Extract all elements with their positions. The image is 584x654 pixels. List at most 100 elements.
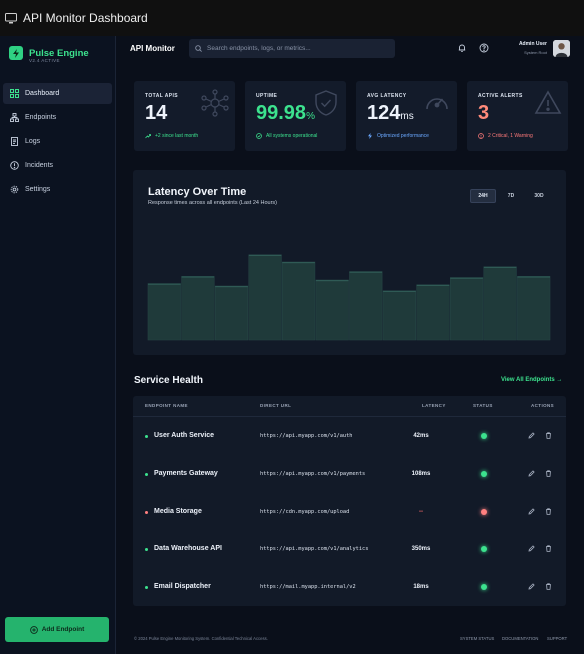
chart-bar (517, 276, 551, 341)
chart-bar-top (483, 266, 517, 268)
bell-icon[interactable] (457, 43, 467, 53)
footer-copyright: © 2024 Pulse Engine Monitoring System. C… (134, 636, 268, 641)
stat-footer: +2 since last month (145, 133, 198, 139)
trash-icon[interactable] (545, 470, 552, 477)
chart-bar (214, 285, 249, 341)
stat-number: 99.98 (256, 102, 307, 124)
stat-number: 124 (367, 102, 401, 124)
table-row[interactable]: Payments Gateway https://api.myapp.com/v… (133, 455, 566, 493)
help-icon[interactable] (479, 43, 489, 53)
edit-icon[interactable] (528, 508, 535, 515)
gauge-icon (426, 98, 448, 110)
trash-icon[interactable] (545, 508, 552, 515)
stat-card-uptime: UPTIME 99.98% All systems operational (245, 81, 346, 151)
sidebar-item-label: Logs (25, 138, 41, 145)
document-icon (10, 137, 19, 146)
bolt-icon (367, 133, 373, 139)
chart-bar-top (517, 276, 550, 278)
status-dot (481, 433, 487, 439)
endpoint-latency: -- (419, 509, 423, 515)
edit-icon[interactable] (528, 432, 535, 439)
trash-icon[interactable] (545, 583, 552, 590)
endpoint-url: https://api.myapp.com/v1/analytics (260, 546, 369, 552)
range-24h-button[interactable]: 24H (470, 189, 496, 203)
stat-unit: ms (400, 111, 414, 122)
add-endpoint-label: Add Endpoint (41, 626, 85, 633)
chart-bar-top (315, 280, 349, 282)
stat-footer-text: 2 Critical, 1 Warning (488, 133, 533, 139)
range-30d-button[interactable]: 30D (529, 189, 549, 203)
table-row[interactable]: User Auth Service https://api.myapp.com/… (133, 417, 566, 455)
sidebar-item-endpoints[interactable]: Endpoints (3, 107, 112, 128)
sidebar-item-logs[interactable]: Logs (3, 131, 112, 152)
table-row[interactable]: Data Warehouse API https://api.myapp.com… (133, 530, 566, 568)
footer-link-system-status[interactable]: SYSTEM STATUS (460, 636, 494, 641)
column-header: ENDPOINT NAME (145, 403, 188, 408)
warning-icon (534, 90, 562, 114)
stat-footer-text: All systems operational (266, 133, 318, 139)
chart-bar-top (416, 284, 450, 286)
stat-card-total-apis: TOTAL APIS 14 +2 since last month (134, 81, 235, 151)
sidebar-item-label: Dashboard (25, 90, 60, 97)
sidebar-item-label: Endpoints (25, 114, 57, 121)
chart-bar-top (282, 262, 315, 264)
row-indicator (145, 511, 148, 514)
stat-value: 14 (145, 102, 167, 125)
stat-label: ACTIVE ALERTS (478, 93, 523, 99)
trash-icon[interactable] (545, 432, 552, 439)
stat-unit: % (306, 111, 315, 122)
sidebar-item-dashboard[interactable]: Dashboard (3, 83, 112, 104)
brand-version: V2.4 ACTIVE (29, 58, 60, 63)
grid-icon (10, 89, 19, 98)
sidebar-item-settings[interactable]: Settings (3, 179, 112, 200)
row-indicator (145, 435, 148, 438)
trash-icon[interactable] (545, 545, 552, 552)
alert-circle-icon (10, 161, 19, 170)
check-circle-icon (256, 133, 262, 139)
stat-value: 3 (478, 102, 489, 125)
avatar[interactable] (553, 40, 570, 57)
column-header: ACTIONS (531, 403, 555, 408)
latency-panel: Latency Over Time Response times across … (133, 170, 566, 355)
stat-number: 14 (145, 102, 168, 124)
chart-title: Latency Over Time (148, 186, 247, 198)
search-input[interactable] (207, 45, 387, 52)
sidebar-nav: Dashboard Endpoints Logs Incidents Setti… (3, 83, 112, 203)
edit-icon[interactable] (528, 583, 535, 590)
user-name: Admin User (518, 41, 547, 47)
chart-bar (282, 261, 316, 341)
stat-footer: 2 Critical, 1 Warning (478, 133, 533, 139)
column-header: LATENCY (422, 403, 446, 408)
table-header: ENDPOINT NAME DIRECT URL LATENCY STATUS … (133, 396, 566, 417)
table-row[interactable]: Media Storage https://cdn.myapp.com/uplo… (133, 493, 566, 531)
edit-icon[interactable] (528, 545, 535, 552)
status-dot (481, 509, 487, 515)
chart-bar (483, 266, 517, 341)
chart-bar-top (248, 254, 282, 256)
footer-link-documentation[interactable]: DOCUMENTATION (502, 636, 538, 641)
add-endpoint-button[interactable]: Add Endpoint (5, 617, 109, 642)
sidebar-item-label: Incidents (25, 162, 54, 169)
endpoint-latency: 18ms (413, 584, 429, 590)
table-row[interactable]: Email Dispatcher https://mail.myapp.inte… (133, 568, 566, 606)
footer-link-support[interactable]: SUPPORT (547, 636, 567, 641)
stat-number: 3 (478, 102, 490, 124)
chart-bar (248, 254, 282, 341)
stat-card-avg-latency: AVG LATENCY 124ms Optimized performance (356, 81, 457, 151)
sidebar-item-label: Settings (25, 186, 51, 193)
chart-bar (349, 271, 383, 341)
endpoint-url: https://mail.myapp.internal/v2 (260, 584, 356, 590)
view-all-endpoints-link[interactable]: View All Endpoints → (501, 377, 562, 383)
chart-bar (449, 277, 484, 341)
sidebar-item-incidents[interactable]: Incidents (3, 155, 112, 176)
edit-icon[interactable] (528, 470, 535, 477)
range-7d-button[interactable]: 7D (502, 189, 520, 203)
stat-label: UPTIME (256, 93, 278, 99)
endpoint-url: https://api.myapp.com/v1/payments (260, 471, 366, 477)
search-box[interactable] (189, 39, 395, 58)
shield-icon (315, 90, 337, 116)
endpoint-latency: 42ms (413, 433, 429, 439)
endpoint-url: https://cdn.myapp.com/upload (260, 509, 350, 515)
trend-up-icon (145, 133, 151, 139)
monitor-icon (5, 12, 17, 23)
